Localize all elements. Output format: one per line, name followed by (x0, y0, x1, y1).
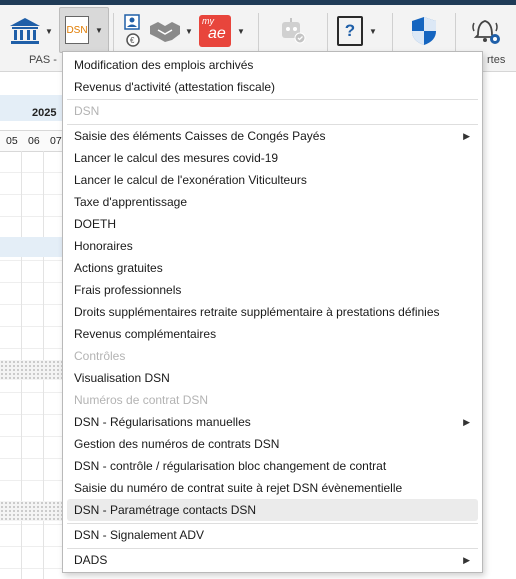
myae-logo-icon: my ae (199, 15, 231, 47)
chevron-down-icon: ▼ (369, 26, 377, 36)
contacts-button[interactable]: € (123, 9, 143, 53)
menu-item-label: Revenus complémentaires (74, 327, 217, 341)
menu-item-label: DADS (74, 553, 108, 567)
submenu-arrow-icon: ▶ (463, 417, 470, 427)
svg-text:€: € (130, 36, 135, 45)
myae-logo-text: ae (208, 25, 226, 42)
calendar-day: 05 (6, 135, 18, 147)
handshake-icon (150, 22, 180, 42)
calendar-day: 07 (50, 135, 62, 147)
menu-item-parametrage-contacts-dsn[interactable]: DSN - Paramétrage contacts DSN (67, 499, 478, 521)
robot-button[interactable] (278, 9, 308, 53)
menu-item-label: Droits supplémentaires retraite suppléme… (74, 305, 440, 319)
menu-item-doeth[interactable]: DOETH (67, 213, 478, 235)
dsn-icon-text: DSN (66, 24, 88, 36)
menu-item-exoneration-viticulteurs[interactable]: Lancer le calcul de l'exonération Viticu… (67, 169, 478, 191)
menu-item-frais-professionnels[interactable]: Frais professionnels (67, 279, 478, 301)
robot-icon (282, 18, 306, 44)
menu-item-label: Actions gratuites (74, 261, 163, 275)
menu-item-label: DSN (74, 104, 100, 118)
menu-item-label: Numéros de contrat DSN (74, 393, 209, 407)
shield-icon (412, 17, 436, 45)
calendar-day-strip: 05 06 07 (0, 130, 64, 152)
chevron-down-icon: ▼ (95, 25, 103, 35)
menu-item-modification-emplois-archives[interactable]: Modification des emplois archivés (67, 54, 478, 76)
menu-item-gestion-numeros-contrats[interactable]: Gestion des numéros de contrats DSN (67, 433, 478, 455)
bank-button[interactable]: ▼ (8, 9, 53, 53)
menu-item-regularisations-manuelles[interactable]: DSN - Régularisations manuelles ▶ (67, 411, 478, 433)
menu-item-controles: Contrôles (67, 345, 478, 367)
calendar-row-weekend (0, 360, 64, 380)
menu-item-numeros-contrat-dsn: Numéros de contrat DSN (67, 389, 478, 411)
menu-item-label: DSN - Paramétrage contacts DSN (74, 503, 257, 517)
dsn-dropdown-menu: Modification des emplois archivés Revenu… (62, 51, 483, 573)
alerts-button[interactable] (472, 9, 502, 53)
menu-item-signalement-adv[interactable]: DSN - Signalement ADV (67, 524, 478, 546)
menu-item-droits-retraite[interactable]: Droits supplémentaires retraite suppléme… (67, 301, 478, 323)
menu-item-label: Contrôles (74, 349, 126, 363)
menu-item-label: Lancer le calcul de l'exonération Viticu… (74, 173, 307, 187)
menu-item-label: Lancer le calcul des mesures covid-19 (74, 151, 279, 165)
bank-icon (10, 18, 40, 44)
calendar-row-highlight (0, 237, 64, 257)
menu-item-calcul-covid[interactable]: Lancer le calcul des mesures covid-19 (67, 147, 478, 169)
menu-item-label: DOETH (74, 217, 116, 231)
menu-item-label: DSN - Régularisations manuelles (74, 415, 251, 429)
menu-item-label: Saisie du numéro de contrat suite à reje… (74, 481, 403, 495)
chevron-down-icon: ▼ (237, 26, 245, 36)
menu-item-label: Modification des emplois archivés (74, 58, 254, 72)
menu-item-label: Frais professionnels (74, 283, 182, 297)
menu-item-revenus-complementaires[interactable]: Revenus complémentaires (67, 323, 478, 345)
menu-item-caisses-conges-payes[interactable]: Saisie des éléments Caisses de Congés Pa… (67, 125, 478, 147)
help-button[interactable]: ? ▼ (337, 9, 377, 53)
handshake-button[interactable]: ▼ (148, 9, 193, 53)
menu-item-label: DSN - contrôle / régularisation bloc cha… (74, 459, 387, 473)
ribbon-group-label: PAS - (29, 54, 57, 66)
security-button[interactable] (410, 9, 438, 53)
submenu-arrow-icon: ▶ (463, 555, 470, 565)
menu-item-dsn-header: DSN (67, 100, 478, 122)
menu-item-visualisation-dsn[interactable]: Visualisation DSN (67, 367, 478, 389)
bell-gear-icon (472, 20, 500, 44)
submenu-arrow-icon: ▶ (463, 131, 470, 141)
myae-button[interactable]: my ae ▼ (199, 9, 245, 53)
menu-item-label: Gestion des numéros de contrats DSN (74, 437, 280, 451)
menu-item-taxe-apprentissage[interactable]: Taxe d'apprentissage (67, 191, 478, 213)
menu-item-dads[interactable]: DADS ▶ (67, 549, 478, 571)
menu-item-label: Honoraires (74, 239, 133, 253)
menu-item-label: Visualisation DSN (74, 371, 170, 385)
calendar-year: 2025 (32, 107, 57, 119)
calendar-row-weekend (0, 501, 64, 521)
dsn-button[interactable]: DSN ▼ (59, 7, 109, 53)
menu-item-saisie-numero-contrat-rejet[interactable]: Saisie du numéro de contrat suite à reje… (67, 477, 478, 499)
menu-item-label: DSN - Signalement ADV (74, 528, 205, 542)
menu-item-label: Taxe d'apprentissage (74, 195, 188, 209)
menu-item-actions-gratuites[interactable]: Actions gratuites (67, 257, 478, 279)
contact-card-icon: € (124, 14, 140, 47)
chevron-down-icon: ▼ (45, 26, 53, 36)
chevron-down-icon: ▼ (185, 26, 193, 36)
menu-item-label: Saisie des éléments Caisses de Congés Pa… (74, 129, 326, 143)
menu-item-honoraires[interactable]: Honoraires (67, 235, 478, 257)
help-book-icon: ? (337, 16, 363, 46)
help-icon-glyph: ? (344, 21, 356, 40)
dsn-icon: DSN (65, 16, 89, 44)
menu-item-controle-bloc-changement[interactable]: DSN - contrôle / régularisation bloc cha… (67, 455, 478, 477)
ribbon-group-label: rtes (487, 54, 506, 66)
menu-item-label: Revenus d'activité (attestation fiscale) (74, 80, 276, 94)
menu-item-revenus-activite[interactable]: Revenus d'activité (attestation fiscale) (67, 76, 478, 98)
calendar-day: 06 (28, 135, 40, 147)
